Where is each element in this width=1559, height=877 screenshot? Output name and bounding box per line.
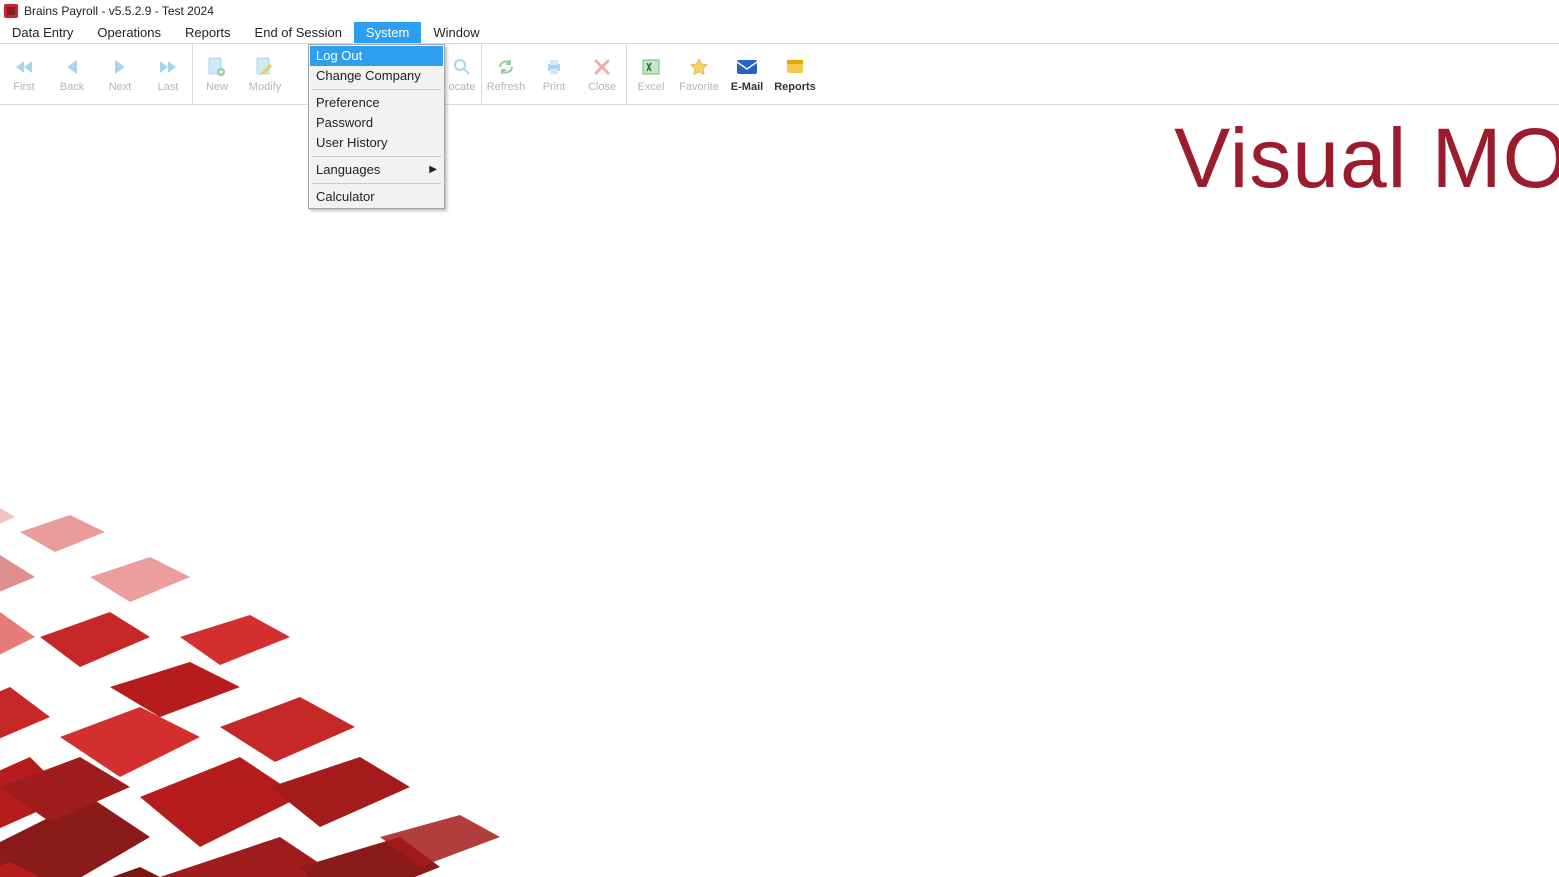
- menu-system[interactable]: System: [354, 22, 421, 43]
- action-group: Refresh Print Close: [482, 44, 627, 104]
- refresh-label: Refresh: [487, 82, 526, 93]
- title-bar: Brains Payroll - v5.5.2.9 - Test 2024: [0, 0, 1559, 22]
- menu-password-label: Password: [316, 113, 373, 133]
- back-button[interactable]: Back: [48, 44, 96, 104]
- menu-languages[interactable]: Languages ▶: [310, 160, 443, 180]
- locate-button-partial[interactable]: ocate: [443, 44, 481, 104]
- last-icon: [157, 56, 179, 78]
- menu-calculator-label: Calculator: [316, 187, 375, 207]
- menu-separator: [312, 89, 441, 90]
- menu-data-entry[interactable]: Data Entry: [0, 22, 85, 43]
- decorative-shards: [0, 437, 560, 877]
- email-icon: [736, 56, 758, 78]
- next-label: Next: [109, 82, 132, 93]
- menu-log-out-label: Log Out: [316, 46, 362, 66]
- new-label: New: [206, 82, 228, 93]
- save-icon: [289, 56, 309, 78]
- close-button[interactable]: Close: [578, 44, 626, 104]
- menu-reports[interactable]: Reports: [173, 22, 243, 43]
- system-dropdown: Log Out Change Company Preference Passwo…: [308, 44, 445, 209]
- window-title: Brains Payroll - v5.5.2.9 - Test 2024: [24, 4, 214, 18]
- menu-change-company[interactable]: Change Company: [310, 66, 443, 86]
- print-button[interactable]: Print: [530, 44, 578, 104]
- menu-separator: [312, 156, 441, 157]
- email-button[interactable]: E-Mail: [723, 44, 771, 104]
- mid-group: ocate: [442, 44, 482, 104]
- print-label: Print: [543, 82, 566, 93]
- first-label: First: [13, 82, 34, 93]
- modify-label: Modify: [249, 82, 281, 93]
- next-button[interactable]: Next: [96, 44, 144, 104]
- menu-operations[interactable]: Operations: [85, 22, 173, 43]
- excel-button[interactable]: Excel: [627, 44, 675, 104]
- reports-label: Reports: [774, 82, 816, 93]
- modify-icon: [254, 56, 276, 78]
- save-button[interactable]: Save: [289, 44, 309, 104]
- watermark-text: Visual MO: [1174, 110, 1559, 207]
- menu-separator: [312, 183, 441, 184]
- excel-icon: [640, 56, 662, 78]
- locate-icon: [451, 56, 473, 78]
- back-label: Back: [60, 82, 84, 93]
- menu-change-company-label: Change Company: [316, 66, 421, 86]
- menu-window[interactable]: Window: [421, 22, 491, 43]
- favorite-label: Favorite: [679, 82, 719, 93]
- menu-calculator[interactable]: Calculator: [310, 187, 443, 207]
- menu-log-out[interactable]: Log Out: [310, 46, 443, 66]
- menu-preference-label: Preference: [316, 93, 380, 113]
- nav-group: First Back Next Last: [0, 44, 193, 104]
- close-label: Close: [588, 82, 616, 93]
- menu-preference[interactable]: Preference: [310, 93, 443, 113]
- reports-icon: [784, 56, 806, 78]
- locate-label: ocate: [449, 82, 476, 93]
- menu-user-history-label: User History: [316, 133, 388, 153]
- refresh-icon: [495, 56, 517, 78]
- star-icon: [688, 56, 710, 78]
- toolbar: First Back Next Last New: [0, 44, 1559, 105]
- menu-end-of-session[interactable]: End of Session: [243, 22, 354, 43]
- menu-languages-label: Languages: [316, 160, 380, 180]
- close-icon: [591, 56, 613, 78]
- menu-password[interactable]: Password: [310, 113, 443, 133]
- menu-bar: Data Entry Operations Reports End of Ses…: [0, 22, 1559, 44]
- new-button[interactable]: New: [193, 44, 241, 104]
- first-button[interactable]: First: [0, 44, 48, 104]
- edit-group: New Modify Save: [193, 44, 310, 104]
- next-icon: [109, 56, 131, 78]
- modify-button[interactable]: Modify: [241, 44, 289, 104]
- print-icon: [543, 56, 565, 78]
- reports-button[interactable]: Reports: [771, 44, 819, 104]
- menu-user-history[interactable]: User History: [310, 133, 443, 153]
- new-icon: [206, 56, 228, 78]
- refresh-button[interactable]: Refresh: [482, 44, 530, 104]
- export-group: Excel Favorite E-Mail Reports: [627, 44, 819, 104]
- app-icon: [4, 4, 18, 18]
- back-icon: [61, 56, 83, 78]
- last-label: Last: [158, 82, 179, 93]
- email-label: E-Mail: [731, 82, 763, 93]
- chevron-right-icon: ▶: [429, 160, 437, 180]
- favorite-button[interactable]: Favorite: [675, 44, 723, 104]
- excel-label: Excel: [638, 82, 665, 93]
- last-button[interactable]: Last: [144, 44, 192, 104]
- first-icon: [13, 56, 35, 78]
